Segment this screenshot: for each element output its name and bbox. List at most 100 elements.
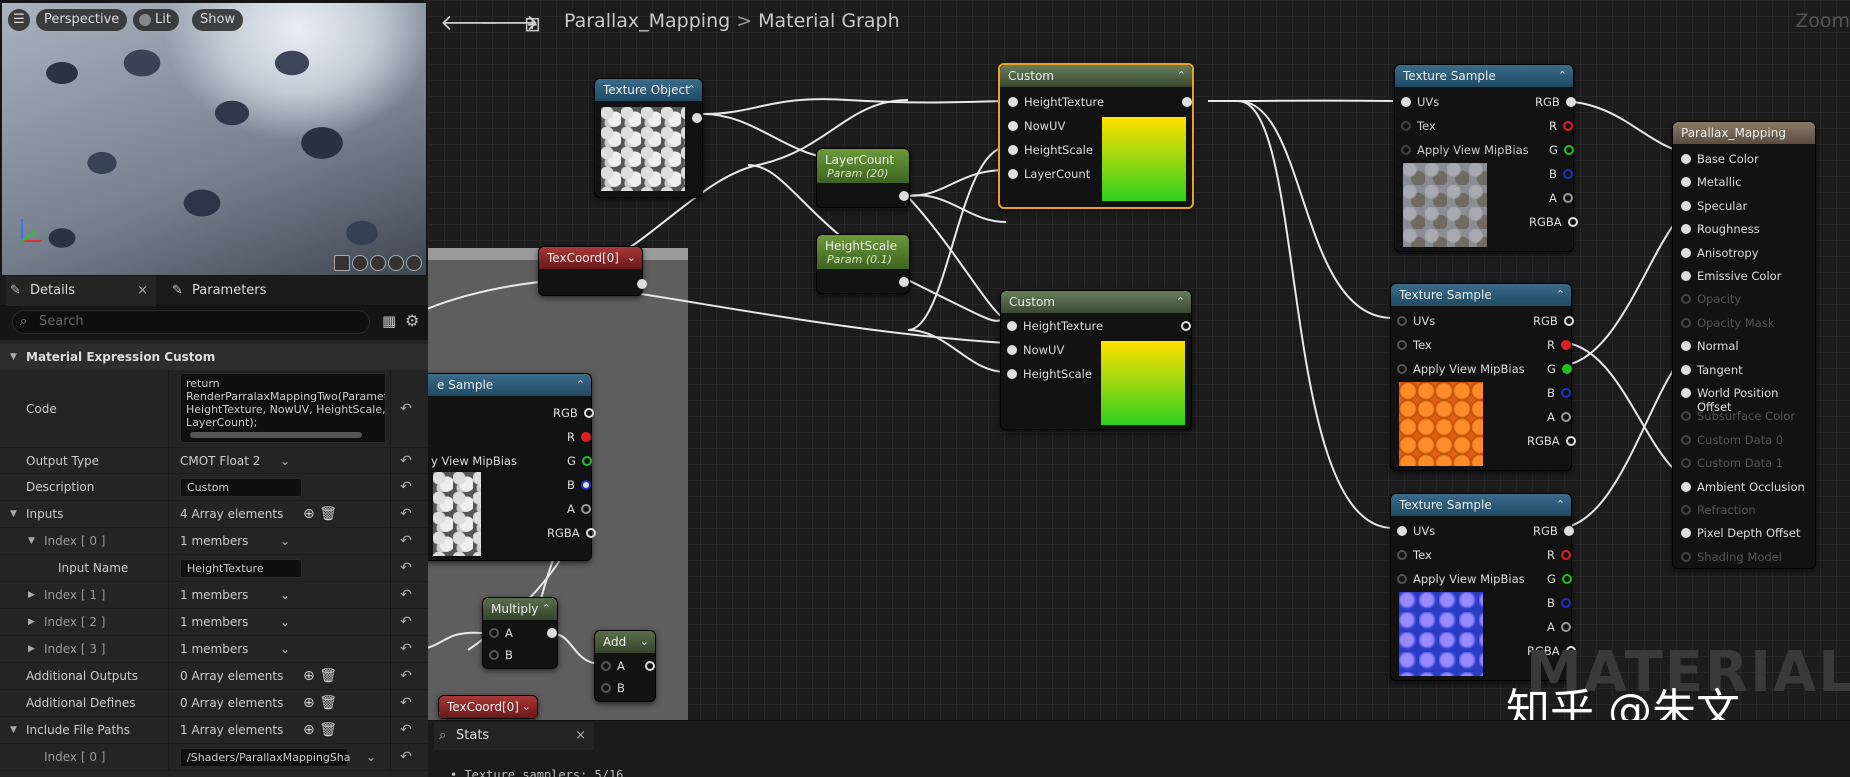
output-pin-g[interactable]: G — [1547, 362, 1572, 376]
node-texcoord-2[interactable]: TexCoord[0] ⌄ — [438, 695, 538, 719]
reset-arrow-icon[interactable]: ↶ — [394, 370, 418, 448]
node-custom-2[interactable]: Custom ⌃ HeightTexture NowUV HeightScale — [1000, 290, 1192, 430]
result-pin[interactable]: Custom Data 1 — [1681, 456, 1783, 470]
output-pin-a[interactable]: A — [1547, 620, 1571, 634]
lit-button[interactable]: Lit — [133, 9, 179, 31]
output-pin-rgba[interactable]: RGBA — [547, 526, 596, 540]
index-expander[interactable]: Index [ 1 ] — [28, 582, 106, 609]
result-pin[interactable]: Custom Data 0 — [1681, 433, 1783, 447]
reset-arrow-icon[interactable]: ↶ — [394, 609, 418, 636]
preview-cylinder-icon[interactable] — [334, 255, 350, 271]
reset-arrow-icon[interactable]: ↶ — [394, 528, 418, 555]
result-pin[interactable]: Opacity — [1681, 292, 1741, 306]
node-custom-1[interactable]: Custom ⌃ HeightTexture NowUV HeightScale … — [998, 63, 1194, 209]
collapse-icon[interactable]: ⌃ — [1176, 291, 1185, 313]
include-paths-expander[interactable]: Include File Paths — [10, 717, 130, 744]
result-pin[interactable]: Anisotropy — [1681, 246, 1759, 260]
perspective-button[interactable]: Perspective — [36, 9, 128, 31]
inputs-expander[interactable]: Inputs — [10, 501, 63, 528]
output-pin-b[interactable]: B — [1547, 386, 1571, 400]
pin-dot[interactable] — [1681, 551, 1691, 562]
output-pin-b[interactable]: B — [1547, 596, 1571, 610]
close-icon[interactable]: × — [137, 276, 148, 306]
tab-parameters[interactable]: ✎ Parameters — [168, 276, 318, 306]
input-pin[interactable]: HeightScale — [1007, 367, 1092, 381]
chevron-down-icon[interactable]: ⌄ — [640, 631, 649, 653]
input-pin[interactable]: NowUV — [1008, 119, 1065, 133]
index-dropdown[interactable]: 1 members ⌄ — [180, 582, 290, 609]
pin-dot[interactable] — [1681, 411, 1691, 422]
include-path-field[interactable]: /Shaders/ParallaxMappingSha — [180, 748, 351, 767]
tab-stats[interactable]: ⌕ Stats × — [434, 722, 594, 750]
plus-circle-icon[interactable]: ⊕ — [303, 695, 315, 711]
input-pin[interactable]: HeightScale — [1008, 143, 1093, 157]
trash-icon[interactable]: 🗑 — [319, 695, 337, 711]
output-type-dropdown[interactable]: CMOT Float 2 ⌄ — [180, 448, 290, 475]
index-expander[interactable]: Index [ 0 ] — [28, 528, 106, 555]
material-graph-canvas[interactable]: 🡐 🡒 ⊞ Parallax_Mapping > Material Graph Zo… — [428, 0, 1850, 777]
description-input[interactable]: Custom — [180, 478, 302, 497]
output-pin-rgb[interactable]: RGB — [1533, 524, 1574, 538]
output-pin-a[interactable]: A — [1547, 410, 1571, 424]
reset-arrow-icon[interactable]: ↶ — [394, 717, 418, 744]
search-input[interactable]: ⌕ Search — [12, 310, 370, 334]
input-pin-uvs[interactable]: UVs — [1397, 314, 1435, 328]
node-texture-object[interactable]: Texture Object ⌃ — [594, 78, 703, 198]
input-pin-tex[interactable]: Tex — [1401, 119, 1436, 133]
input-pin-b[interactable]: B — [489, 648, 513, 662]
output-pin-rgba[interactable]: RGBA — [1529, 215, 1578, 229]
input-pin-a[interactable]: A — [489, 626, 513, 640]
pin-dot[interactable] — [1681, 200, 1691, 211]
output-pin-b[interactable]: B — [567, 478, 591, 492]
trash-icon[interactable]: 🗑 — [319, 506, 337, 522]
node-texcoord[interactable]: TexCoord[0] ⌄ — [538, 246, 647, 296]
index-dropdown[interactable]: 1 members ⌄ — [180, 528, 290, 555]
chevron-down-icon[interactable]: ⌄ — [627, 247, 636, 269]
reset-arrow-icon[interactable]: ↶ — [394, 663, 418, 690]
node-height-scale[interactable]: HeightScale Param (0.1) — [816, 234, 910, 294]
result-pin[interactable]: Emissive Color — [1681, 269, 1781, 283]
reset-arrow-icon[interactable]: ↶ — [394, 555, 418, 582]
input-pin-b[interactable]: B — [601, 681, 625, 695]
index-dropdown[interactable]: 1 members ⌄ — [180, 636, 290, 663]
input-pin-mipbias[interactable]: Apply View MipBias — [1397, 572, 1525, 586]
output-pin-rgb[interactable]: RGB — [1535, 95, 1576, 109]
gear-icon[interactable]: ⚙ — [405, 311, 419, 330]
pin-dot[interactable] — [1681, 458, 1691, 469]
result-pin[interactable]: Opacity Mask — [1681, 316, 1775, 330]
pin-dot[interactable] — [1681, 528, 1691, 539]
collapse-icon[interactable]: ⌃ — [1556, 284, 1565, 306]
result-pin[interactable]: Roughness — [1681, 222, 1760, 236]
section-material-expression-custom[interactable]: Material Expression Custom — [0, 344, 428, 370]
output-pin-g[interactable]: G — [1549, 143, 1574, 157]
node-texture-sample-partial[interactable]: e Sample ⌃ RGB R G B A RGBA y View MipBia… — [428, 373, 596, 561]
plus-circle-icon[interactable]: ⊕ — [303, 722, 315, 738]
preview-sphere-icon[interactable] — [352, 255, 368, 271]
collapse-icon[interactable]: ⌃ — [576, 374, 585, 396]
input-pin-a[interactable]: A — [601, 659, 625, 673]
reset-arrow-icon[interactable]: ↶ — [394, 474, 418, 501]
collapse-icon[interactable]: ⌃ — [1177, 65, 1186, 87]
result-pin[interactable]: Shading Model — [1681, 550, 1782, 564]
node-add[interactable]: Add ⌄ A B — [594, 630, 656, 702]
node-material-result[interactable]: Parallax_Mapping Base Color Metallic Specu… — [1672, 121, 1816, 569]
node-multiply[interactable]: Multiply ⌃ A B — [482, 597, 558, 669]
breadcrumb-root[interactable]: Parallax_Mapping — [564, 10, 730, 32]
output-pin-rgb[interactable]: RGB — [553, 406, 594, 420]
result-pin[interactable]: Pixel Depth Offset — [1681, 526, 1801, 540]
node-texture-sample-1[interactable]: Texture Sample ⌃ UVs Tex Apply View MipBi… — [1394, 64, 1578, 252]
input-pin-tex[interactable]: Tex — [1397, 338, 1432, 352]
result-pin[interactable]: Metallic — [1681, 175, 1741, 189]
preview-viewport[interactable]: ☰ Perspective Lit Show — [2, 3, 426, 275]
plus-circle-icon[interactable]: ⊕ — [303, 506, 315, 522]
chevron-down-icon[interactable]: ⌄ — [522, 696, 531, 718]
output-pin-a[interactable]: A — [1549, 191, 1573, 205]
output-pin-r[interactable]: R — [1549, 119, 1573, 133]
output-pin-rgb[interactable]: RGB — [1533, 314, 1574, 328]
collapse-icon[interactable]: ⌃ — [542, 598, 551, 620]
pin-dot[interactable] — [1681, 154, 1691, 164]
output-pin-rgba[interactable]: RGBA — [1527, 434, 1576, 448]
reset-arrow-icon[interactable]: ↶ — [394, 744, 418, 771]
code-scrollbar[interactable] — [190, 432, 362, 438]
collapse-icon[interactable]: ⌃ — [1556, 494, 1565, 516]
